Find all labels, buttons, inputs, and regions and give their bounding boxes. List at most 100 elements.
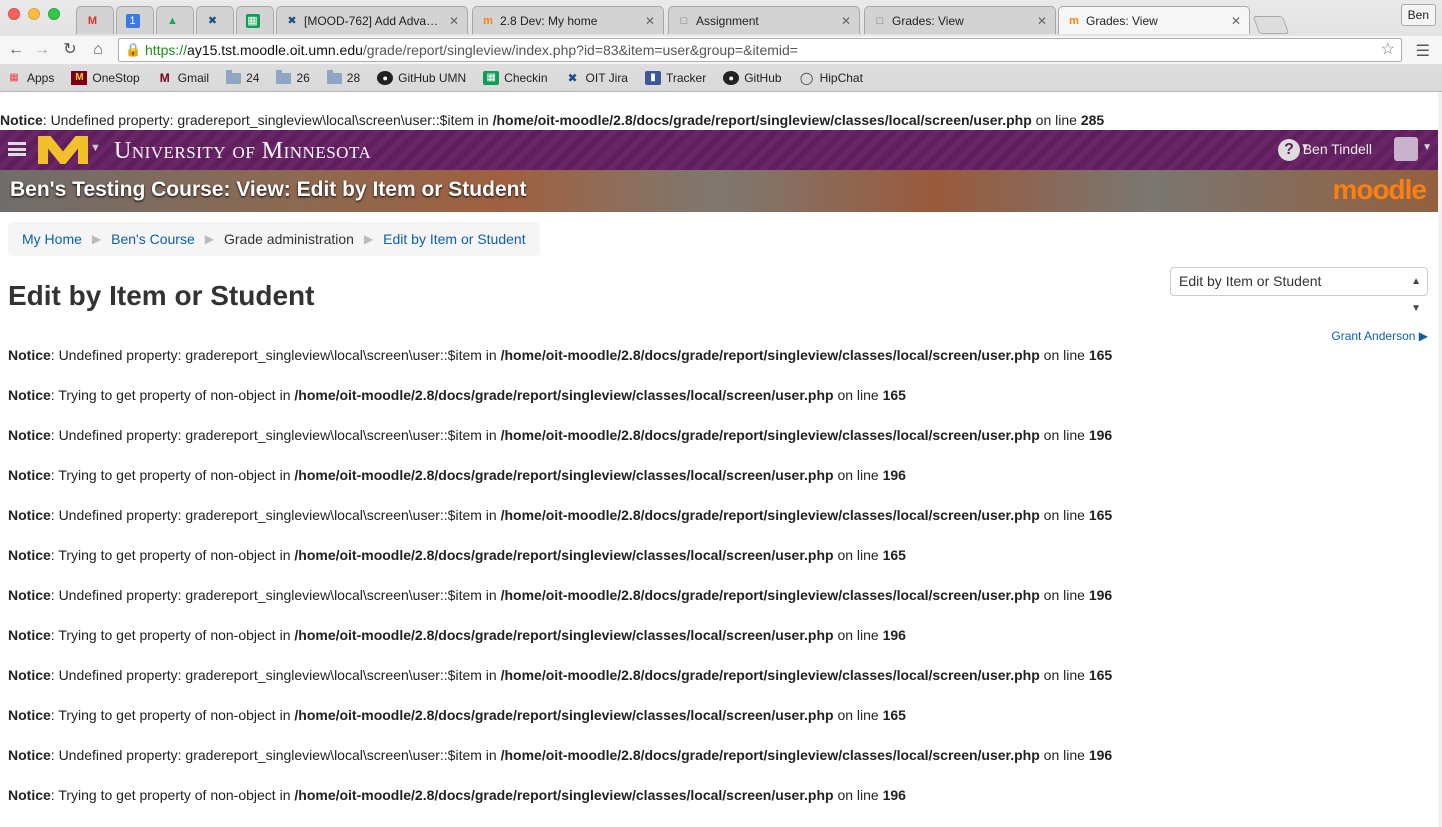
umn-logo[interactable] [38, 136, 88, 164]
chrome-menu-icon[interactable]: ☰ [1416, 41, 1430, 61]
notice-label: Notice [8, 467, 51, 483]
report-view-select[interactable]: Edit by Item or Student ▲ ▼ [1170, 267, 1428, 314]
home-icon[interactable]: ⌂ [88, 40, 108, 60]
tab-title: Grades: View [892, 13, 964, 28]
php-notice: Notice: Undefined property: gradereport_… [8, 667, 1112, 683]
bookmark-hipchat[interactable]: ◯ HipChat [799, 71, 863, 85]
tab-grades-view-1[interactable]: □ Grades: View ✕ [864, 6, 1056, 34]
bookmark-github-umn[interactable]: ● GitHub UMN [377, 71, 466, 85]
tab-gmail[interactable]: M [76, 6, 114, 34]
close-window-button[interactable] [8, 8, 20, 20]
close-tab-icon[interactable]: ✕ [1037, 14, 1047, 28]
page-title: Edit by Item or Student [8, 280, 315, 311]
close-tab-icon[interactable]: ✕ [1231, 14, 1241, 28]
tab-dev-home[interactable]: m 2.8 Dev: My home ✕ [472, 6, 664, 34]
php-notice: Notice: Trying to get property of non-ob… [8, 547, 906, 563]
notice-on-line: on line [833, 467, 883, 483]
page-scrollbar[interactable] [1438, 92, 1442, 827]
notice-path: /home/oit-moodle/2.8/docs/grade/report/s… [500, 347, 1040, 363]
address-bar[interactable]: 🔒 https://ay15.tst.moodle.oit.umn.edu/gr… [118, 38, 1402, 62]
php-notice: Notice: Undefined property: gradereport_… [8, 347, 1112, 363]
user-menu-name[interactable]: Ben Tindell [1303, 141, 1372, 157]
chevron-down-icon[interactable]: ▼ [1422, 142, 1432, 153]
bookmark-oit-jira[interactable]: ✖ OIT Jira [565, 71, 628, 85]
tracker-icon: ▮ [644, 71, 661, 85]
breadcrumb-separator-icon: ▶ [91, 232, 102, 246]
bookmark-tracker[interactable]: ▮ Tracker [644, 71, 706, 85]
tab-title: Grades: View [1086, 13, 1158, 28]
php-notice: Notice: Trying to get property of non-ob… [8, 787, 906, 803]
breadcrumb-my-home[interactable]: My Home [22, 231, 82, 247]
bookmark-checkin[interactable]: ▦ Checkin [483, 71, 548, 85]
hipchat-icon: ◯ [799, 71, 814, 85]
page-content: Notice : Undefined property: gradereport_… [0, 92, 1438, 827]
forward-icon[interactable]: → [32, 40, 52, 60]
notice-label: Notice [8, 387, 51, 403]
avatar[interactable] [1394, 137, 1418, 161]
profile-button[interactable]: Ben [1400, 4, 1436, 26]
folder-icon [326, 69, 342, 84]
notice-path: /home/oit-moodle/2.8/docs/grade/report/s… [500, 667, 1040, 683]
folder-icon [276, 69, 292, 84]
bookmark-folder-24[interactable]: 24 [226, 69, 259, 85]
bookmark-star-icon[interactable]: ☆ [1381, 39, 1395, 61]
notice-on-line: on line [1039, 507, 1089, 523]
gmail-icon: M [87, 14, 98, 27]
jira-icon: ✖ [567, 71, 578, 85]
select-arrows-icon: ▲ ▼ [1411, 276, 1421, 314]
notice-on-line: on line [1039, 427, 1089, 443]
notice-on-line: on line [833, 787, 883, 803]
page-icon: □ [680, 14, 688, 27]
back-icon[interactable]: ← [6, 40, 26, 60]
breadcrumb-course[interactable]: Ben's Course [111, 231, 195, 247]
breadcrumb-current[interactable]: Edit by Item or Student [383, 231, 525, 247]
tab-drive[interactable]: ▲ [156, 6, 194, 34]
close-tab-icon[interactable]: ✕ [645, 14, 655, 28]
university-header: ▼ University of Minnesota ? ▼ Ben Tindel… [0, 130, 1438, 170]
chevron-down-icon[interactable]: ▼ [90, 142, 101, 154]
next-user-link[interactable]: Grant Anderson ▶ [1331, 329, 1428, 343]
close-tab-icon[interactable]: ✕ [449, 14, 459, 28]
browser-toolbar: ← → ↻ ⌂ 🔒 https://ay15.tst.moodle.oit.um… [0, 36, 1442, 64]
tab-assignment[interactable]: □ Assignment ✕ [668, 6, 860, 34]
notice-message: : Undefined property: gradereport_single… [50, 507, 501, 523]
window-controls [8, 8, 60, 20]
notice-label: Notice [8, 547, 51, 563]
tab-calendar[interactable]: 1 [116, 6, 154, 34]
bookmark-folder-26[interactable]: 26 [276, 69, 310, 85]
bookmark-gmail[interactable]: M Gmail [157, 71, 209, 85]
moodle-icon: m [483, 14, 493, 27]
notice-on-line: on line [833, 707, 883, 723]
tab-grades-view-active[interactable]: m Grades: View ✕ [1058, 6, 1250, 34]
bookmark-github[interactable]: ● GitHub [723, 71, 782, 85]
notice-on-line: on line [1039, 587, 1089, 603]
university-name: University of Minnesota [114, 138, 372, 164]
notice-label: Notice [8, 747, 51, 763]
notice-path: /home/oit-moodle/2.8/docs/grade/report/s… [294, 707, 834, 723]
browser-chrome: M 1 ▲ ✖ ▦ ✖ [MOOD-762] Add Advance ✕ m 2… [0, 0, 1442, 92]
tab-sheets[interactable]: ▦ [236, 6, 274, 34]
notice-path: /home/oit-moodle/2.8/docs/grade/report/s… [500, 747, 1040, 763]
notice-label: Notice [8, 627, 51, 643]
notice-line: 165 [882, 547, 906, 563]
bookmark-folder-28[interactable]: 28 [326, 69, 360, 85]
umn-gmail-icon: M [159, 71, 170, 85]
bookmark-onestop[interactable]: M OneStop [71, 71, 140, 85]
minimize-window-button[interactable] [28, 8, 40, 20]
notice-message: : Trying to get property of non-object i… [50, 547, 295, 563]
php-notice: Notice: Trying to get property of non-ob… [8, 387, 906, 403]
notice-line: 196 [882, 467, 906, 483]
notice-line: 165 [1088, 667, 1113, 683]
bookmark-apps[interactable]: ▦ Apps [6, 71, 54, 85]
hamburger-menu-icon[interactable] [8, 142, 26, 156]
notice-on-line: on line [833, 627, 883, 643]
close-tab-icon[interactable]: ✕ [841, 14, 851, 28]
tab-title: Assignment [696, 13, 759, 28]
tab-jira[interactable]: ✖ [196, 6, 234, 34]
tab-mood-762[interactable]: ✖ [MOOD-762] Add Advance ✕ [276, 6, 468, 34]
new-tab-button[interactable] [1252, 16, 1290, 34]
help-icon[interactable]: ? [1278, 139, 1300, 161]
reload-icon[interactable]: ↻ [60, 40, 80, 60]
zoom-window-button[interactable] [48, 8, 60, 20]
moodle-logo: moodle [1332, 174, 1427, 205]
